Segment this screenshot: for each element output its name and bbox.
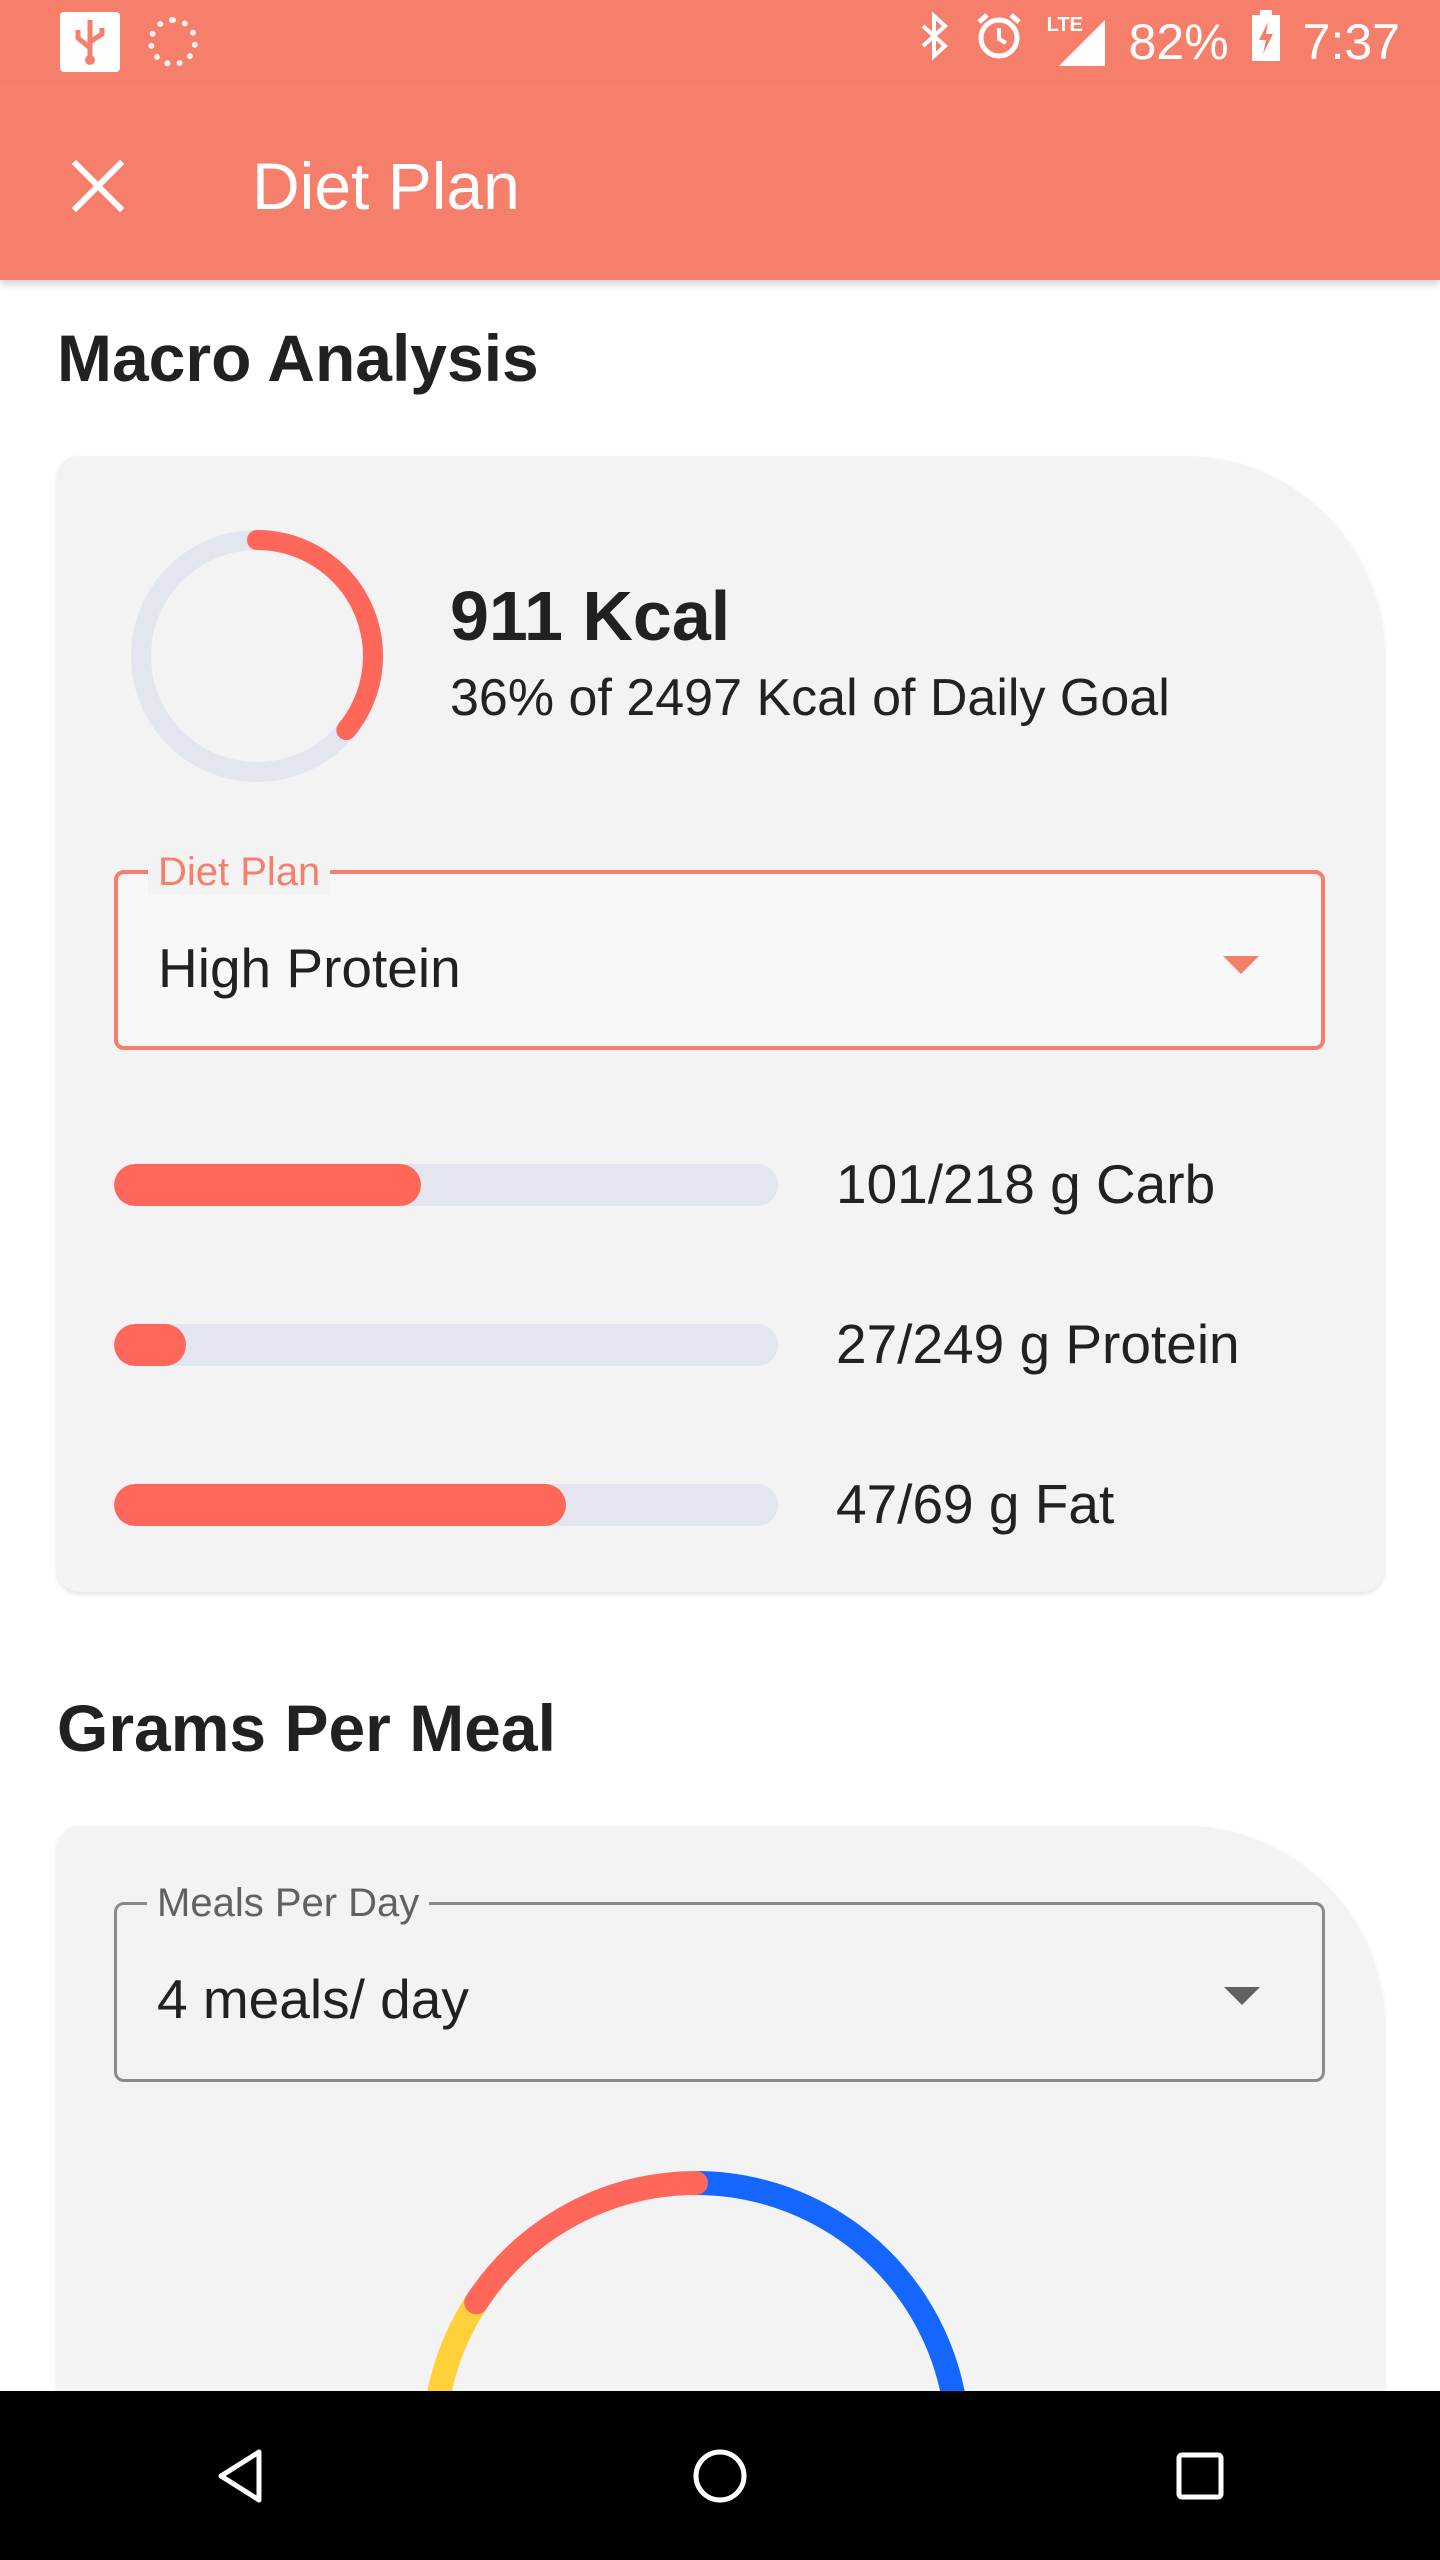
protein-label: 27/249 g Protein [836,1313,1240,1375]
dropdown-arrow-icon [1223,956,1259,974]
back-icon[interactable] [180,2416,300,2536]
meals-per-day-value: 4 meals/ day [157,1968,469,2030]
recents-icon[interactable] [1140,2416,1260,2536]
carb-progress-fill [114,1164,422,1206]
diet-plan-label: Diet Plan [148,850,331,895]
fat-progress-fill [114,1484,567,1526]
bluetooth-icon [917,11,951,72]
battery-charging-icon [1251,10,1281,74]
alarm-icon [973,10,1025,74]
app-bar: Diet Plan [0,84,1440,280]
carb-label: 101/218 g Carb [836,1153,1216,1215]
protein-progress-fill [114,1324,186,1366]
usb-icon [60,12,120,72]
clock: 7:37 [1302,14,1400,70]
battery-text: 82% [1128,14,1229,70]
meals-per-day-select[interactable]: Meals Per Day 4 meals/ day [114,1881,1325,2082]
diet-plan-select[interactable]: Diet Plan High Protein [114,850,1325,1050]
meal-ring-segment-red [464,2171,708,2315]
macro-analysis-card: 911 Kcal 36% of 2497 Kcal of Daily Goal … [57,456,1384,1592]
status-bar: LTE 82% 7:37 [0,0,1440,84]
diet-plan-value: High Protein [158,937,461,999]
page-title: Diet Plan [252,149,520,223]
home-icon[interactable] [660,2416,780,2536]
kcal-daily-goal: 36% of 2497 Kcal of Daily Goal [450,669,1170,727]
macro-row-carb: 101/218 g Carb [114,1153,1364,1215]
protein-progress-bar [114,1324,778,1366]
carb-progress-bar [114,1164,778,1206]
sync-icon [148,17,198,67]
close-icon[interactable] [62,150,134,222]
system-nav-bar [0,2391,1440,2560]
macro-row-protein: 27/249 g Protein [114,1313,1364,1375]
kcal-value: 911 Kcal [450,577,731,655]
macro-row-fat: 47/69 g Fat [114,1473,1364,1535]
fat-label: 47/69 g Fat [836,1473,1115,1535]
grams-per-meal-title: Grams Per Meal [57,1691,556,1765]
dropdown-arrow-icon [1224,1987,1260,2005]
fat-progress-bar [114,1484,778,1526]
lte-signal-icon: LTE [1047,14,1107,68]
macro-analysis-title: Macro Analysis [57,321,539,395]
kcal-progress-ring [131,530,383,782]
meals-per-day-label: Meals Per Day [147,1881,430,1926]
